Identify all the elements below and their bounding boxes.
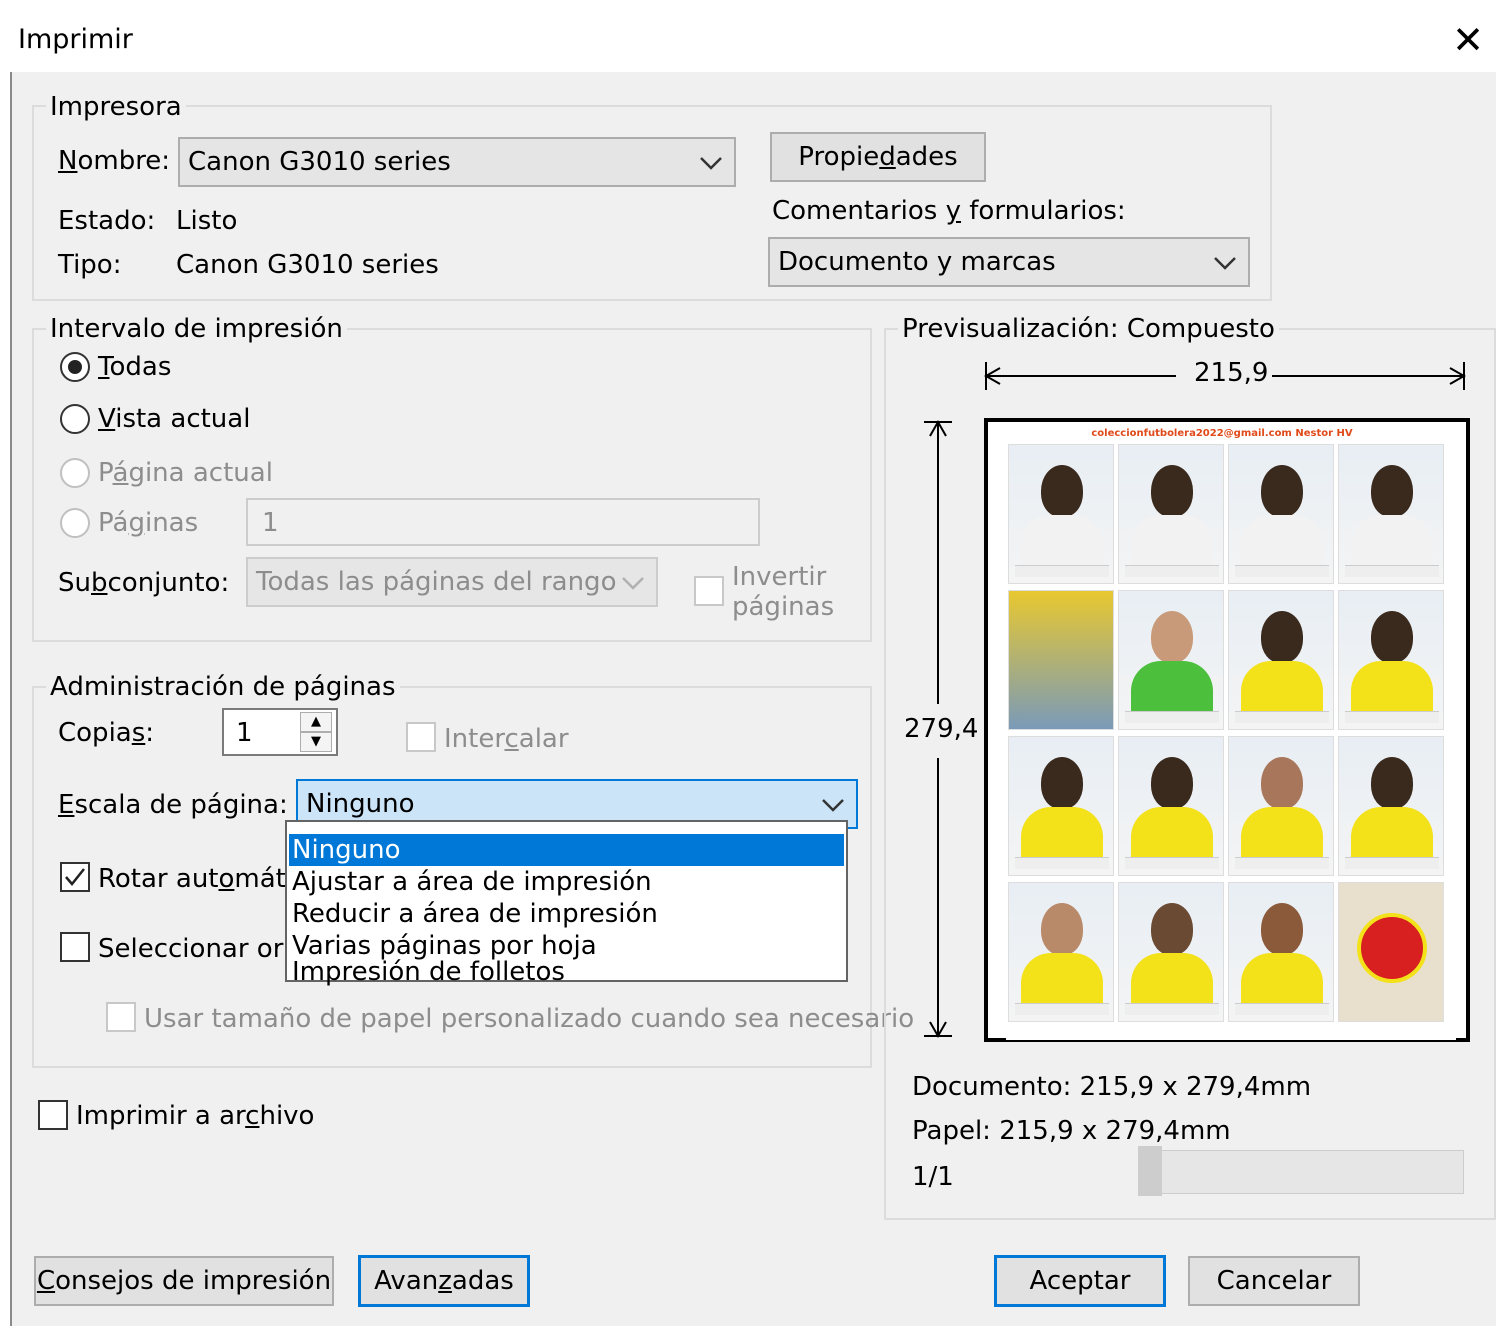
custom-paper-label: Usar tamaño de papel personalizado cuand…	[144, 1004, 915, 1034]
sticker-team-photo	[1008, 590, 1114, 730]
copies-label: Copias:	[58, 718, 155, 748]
copies-stepper[interactable]: 1 ▲ ▼	[222, 708, 338, 756]
auto-rotate-checkbox[interactable]	[60, 862, 90, 892]
ok-button[interactable]: Aceptar	[994, 1255, 1166, 1307]
paper-size: Papel: 215,9 x 279,4mm	[912, 1116, 1231, 1146]
sticker-image	[1118, 736, 1224, 876]
radio-pages[interactable]	[60, 508, 90, 538]
radio-all[interactable]	[60, 352, 90, 382]
copies-value: 1	[236, 718, 253, 748]
chevron-down-icon	[622, 577, 644, 590]
pages-input-value: 1	[262, 508, 279, 538]
advanced-button[interactable]: Avanzadas	[358, 1255, 530, 1307]
page-counter: 1/1	[912, 1162, 954, 1192]
collate-label: Intercalar	[444, 724, 569, 754]
scale-option-shrink[interactable]: Reducir a área de impresión	[289, 898, 844, 930]
scale-option-none[interactable]: Ninguno	[289, 834, 844, 866]
window-title: Imprimir	[18, 24, 133, 55]
sticker-image	[1228, 882, 1334, 1022]
pages-input[interactable]: 1	[246, 498, 760, 546]
print-tips-button[interactable]: Consejos de impresión	[34, 1256, 334, 1306]
range-group-label: Intervalo de impresión	[46, 314, 347, 344]
checkmark-icon	[65, 868, 85, 886]
properties-button[interactable]: Propiedades	[770, 132, 986, 182]
type-label: Tipo:	[58, 250, 122, 280]
cancel-button[interactable]: Cancelar	[1188, 1256, 1360, 1306]
page-slider[interactable]	[1138, 1150, 1464, 1194]
sticker-image	[1008, 736, 1114, 876]
chevron-down-icon	[822, 799, 844, 812]
reverse-pages-label-2: páginas	[732, 592, 835, 622]
sticker-image	[1118, 590, 1224, 730]
page-scale-label: Escala de página:	[58, 790, 288, 820]
sticker-image	[1338, 736, 1444, 876]
subset-select[interactable]: Todas las páginas del rango	[246, 557, 658, 607]
sticker-image	[1118, 882, 1224, 1022]
page-slider-thumb[interactable]	[1138, 1146, 1162, 1196]
stepper-down-icon[interactable]: ▼	[300, 732, 332, 752]
chevron-down-icon	[1214, 257, 1236, 270]
radio-current-page[interactable]	[60, 458, 90, 488]
printer-group-label: Impresora	[46, 92, 186, 122]
comments-select[interactable]: Documento y marcas	[768, 237, 1250, 287]
sticker-image	[1338, 444, 1444, 584]
radio-current-view-label: Vista actual	[98, 404, 251, 434]
page-scale-options: Ninguno Ajustar a área de impresión Redu…	[285, 820, 848, 985]
scale-option-fit[interactable]: Ajustar a área de impresión	[289, 866, 844, 898]
custom-paper-checkbox[interactable]	[106, 1002, 136, 1032]
printer-name-value: Canon G3010 series	[188, 147, 451, 177]
sticker-grid	[1006, 444, 1456, 1040]
collate-checkbox[interactable]	[406, 722, 436, 752]
sticker-image	[1338, 590, 1444, 730]
radio-all-label: Todas	[98, 352, 172, 382]
printer-name-select[interactable]: Canon G3010 series	[178, 137, 736, 187]
team-crest-icon	[1357, 913, 1427, 983]
print-to-file-label: Imprimir a archivo	[76, 1101, 315, 1131]
type-value: Canon G3010 series	[176, 250, 439, 280]
page-scale-value: Ninguno	[306, 789, 415, 819]
sticker-crest	[1338, 882, 1444, 1022]
scale-option-booklet[interactable]: Impresión de folletos	[289, 959, 844, 985]
sticker-image	[1008, 882, 1114, 1022]
title-bar: Imprimir ✕	[10, 10, 1496, 72]
reverse-pages-label-1: Invertir	[732, 562, 827, 592]
subset-label: Subconjunto:	[58, 568, 230, 598]
choose-source-checkbox[interactable]	[60, 932, 90, 962]
comments-label: Comentarios y formularios:	[772, 196, 1126, 226]
status-label: Estado:	[58, 206, 156, 236]
radio-current-view[interactable]	[60, 404, 90, 434]
document-size: Documento: 215,9 x 279,4mm	[912, 1072, 1312, 1102]
height-value: 279,4	[904, 714, 979, 744]
sticker-image	[1008, 444, 1114, 584]
radio-current-page-label: Página actual	[98, 458, 273, 488]
width-value: 215,9	[1190, 358, 1273, 388]
sheet-header-text: coleccionfutbolera2022@gmail.com Nestor …	[1091, 428, 1353, 439]
preview-group-label: Previsualización: Compuesto	[898, 314, 1279, 344]
radio-pages-label: Páginas	[98, 508, 199, 538]
close-icon[interactable]: ✕	[1448, 18, 1488, 62]
sticker-image	[1118, 444, 1224, 584]
printer-name-label: Nombre:	[58, 146, 171, 176]
reverse-pages-checkbox[interactable]	[694, 576, 724, 606]
chevron-down-icon	[700, 157, 722, 170]
print-to-file-checkbox[interactable]	[38, 1100, 68, 1130]
sticker-image	[1228, 590, 1334, 730]
sticker-image	[1228, 444, 1334, 584]
sticker-image	[1228, 736, 1334, 876]
status-value: Listo	[176, 206, 238, 236]
page-handling-group-label: Administración de páginas	[46, 672, 400, 702]
stepper-up-icon[interactable]: ▲	[300, 712, 332, 732]
subset-value: Todas las páginas del rango	[256, 567, 617, 597]
comments-value: Documento y marcas	[778, 247, 1056, 277]
